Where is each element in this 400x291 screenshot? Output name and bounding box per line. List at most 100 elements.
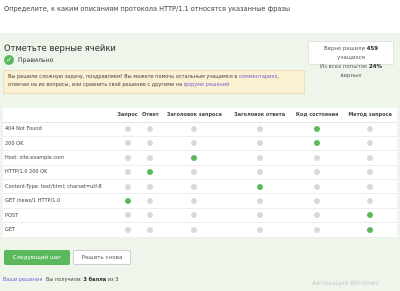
windows-activation-watermark: Активация Windows: [312, 279, 379, 287]
radio-unselected[interactable]: [191, 125, 198, 132]
radio-unselected[interactable]: [191, 169, 198, 176]
radio-unselected[interactable]: [314, 183, 321, 190]
radio-unselected[interactable]: [124, 140, 131, 147]
radio-unselected[interactable]: [314, 169, 321, 176]
radio-unselected[interactable]: [147, 140, 154, 147]
table-cell: [115, 122, 141, 137]
radio-unselected[interactable]: [124, 226, 131, 233]
table-cell: [160, 150, 229, 166]
table-cell: [343, 150, 397, 166]
table-cell: [343, 208, 397, 224]
table-cell: [291, 193, 344, 209]
radio-unselected[interactable]: [256, 140, 263, 147]
radio-unselected[interactable]: [147, 183, 154, 190]
radio-unselected[interactable]: [191, 197, 198, 204]
table-row: HTTP/1.0 200 OK: [3, 165, 397, 181]
radio-unselected[interactable]: [314, 226, 321, 233]
radio-unselected[interactable]: [314, 212, 321, 219]
radio-selected[interactable]: [147, 169, 154, 176]
radio-unselected[interactable]: [256, 212, 263, 219]
table-row: POST: [3, 208, 397, 224]
radio-unselected[interactable]: [367, 140, 374, 147]
table-cell: [160, 136, 229, 152]
radio-unselected[interactable]: [256, 169, 263, 176]
radio-unselected[interactable]: [367, 169, 374, 176]
radio-unselected[interactable]: [124, 154, 131, 161]
radio-selected[interactable]: [367, 226, 374, 233]
table-cell: [343, 222, 397, 238]
table-cell: [291, 208, 344, 224]
radio-selected[interactable]: [367, 212, 374, 219]
radio-unselected[interactable]: [367, 183, 374, 190]
score-value: 3 балла: [83, 277, 107, 283]
radio-unselected[interactable]: [147, 212, 154, 219]
radio-unselected[interactable]: [367, 154, 374, 161]
radio-unselected[interactable]: [147, 197, 154, 204]
solve-again-button[interactable]: Решить снова: [73, 250, 131, 265]
your-solutions-link[interactable]: Ваши решения: [3, 277, 42, 283]
radio-unselected[interactable]: [191, 212, 198, 219]
radio-unselected[interactable]: [124, 183, 131, 190]
radio-unselected[interactable]: [314, 154, 321, 161]
radio-unselected[interactable]: [147, 154, 154, 161]
radio-unselected[interactable]: [124, 125, 131, 132]
table-cell: [115, 136, 141, 152]
table-cell: [140, 208, 161, 224]
comments-link[interactable]: комментариях: [239, 74, 277, 80]
table-cell: [343, 165, 397, 181]
radio-selected[interactable]: [256, 183, 263, 190]
table-cell: [160, 165, 229, 181]
status-label: Правильно: [18, 56, 54, 64]
radio-unselected[interactable]: [367, 197, 374, 204]
table-cell: [160, 222, 229, 238]
radio-selected[interactable]: [314, 125, 321, 132]
radio-unselected[interactable]: [256, 154, 263, 161]
radio-unselected[interactable]: [191, 140, 198, 147]
table-row: Content-Type: text/html; charset=utf-8: [3, 179, 397, 195]
radio-unselected[interactable]: [124, 212, 131, 219]
check-circle-icon: ✓: [4, 55, 14, 65]
table-cell: [343, 193, 397, 209]
table-cell: [160, 122, 229, 137]
table-cell: [291, 136, 344, 152]
radio-unselected[interactable]: [367, 125, 374, 132]
table-cell: [291, 165, 344, 181]
next-step-button[interactable]: Следующий шаг: [4, 250, 70, 265]
radio-unselected[interactable]: [256, 125, 263, 132]
column-header: Метод запроса: [343, 108, 397, 123]
radio-selected[interactable]: [124, 197, 131, 204]
radio-unselected[interactable]: [256, 226, 263, 233]
status-row: ✓ Правильно: [4, 55, 53, 65]
answer-table: Запрос Ответ Заголовок запроса Заголовок…: [3, 108, 397, 238]
table-cell: [115, 193, 141, 209]
table-cell: [228, 193, 291, 209]
table-cell: [228, 165, 291, 181]
score-text: Вы получили: 3 балла из 3: [46, 277, 119, 283]
table-cell: [115, 165, 141, 181]
table-cell: [291, 150, 344, 166]
radio-unselected[interactable]: [147, 226, 154, 233]
table-row: 200 OK: [3, 136, 397, 152]
radio-selected[interactable]: [191, 154, 198, 161]
radio-unselected[interactable]: [191, 183, 198, 190]
table-cell: [140, 193, 161, 209]
column-header: Заголовок запроса: [160, 108, 229, 123]
table-cell: [291, 122, 344, 137]
radio-unselected[interactable]: [124, 169, 131, 176]
row-label: POST: [3, 208, 115, 224]
corner-header: [3, 108, 115, 123]
table-row: Host: site.example.com: [3, 150, 397, 166]
radio-unselected[interactable]: [147, 125, 154, 132]
radio-unselected[interactable]: [256, 197, 263, 204]
radio-unselected[interactable]: [314, 197, 321, 204]
table-cell: [160, 193, 229, 209]
row-label: 404 Not Found: [3, 122, 115, 137]
table-cell: [115, 208, 141, 224]
radio-selected[interactable]: [314, 140, 321, 147]
table-cell: [343, 179, 397, 195]
radio-unselected[interactable]: [191, 226, 198, 233]
table-cell: [228, 179, 291, 195]
stats-line-solved: Верно решили 459 учащихся: [323, 46, 379, 61]
solutions-forum-link[interactable]: форуме решений: [184, 82, 230, 88]
success-percent: 24%: [369, 64, 382, 70]
